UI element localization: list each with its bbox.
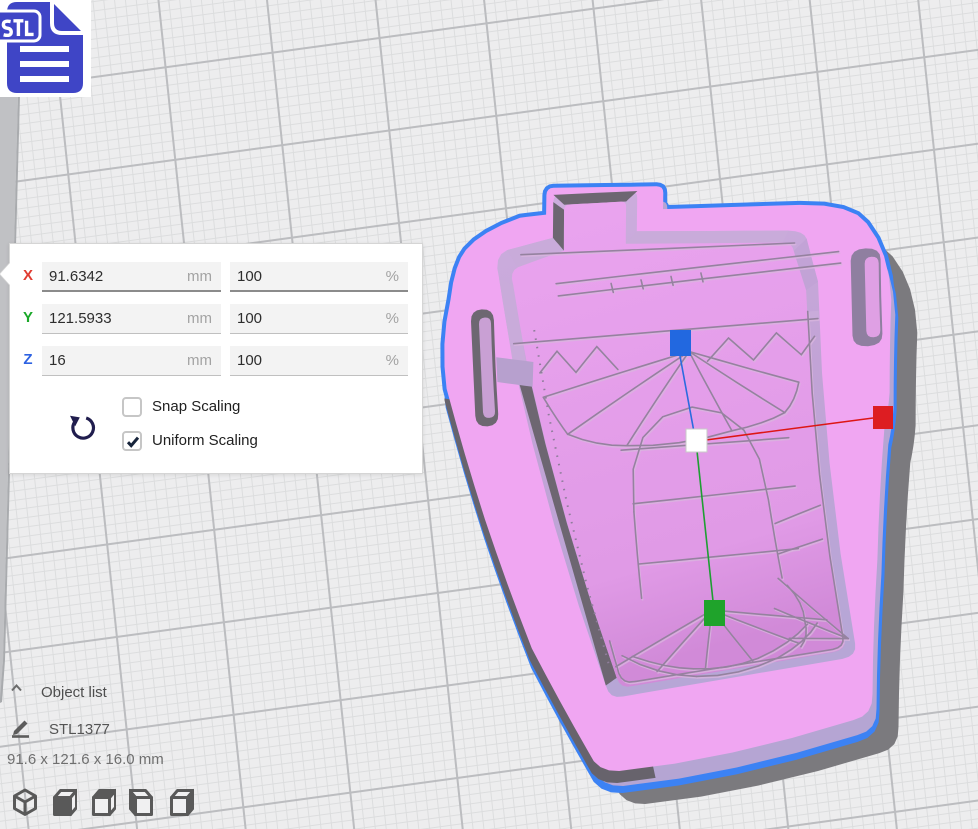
snap-scaling-checkbox[interactable] bbox=[122, 397, 142, 417]
chevron-up-icon bbox=[10, 683, 23, 693]
object-name: STL1377 bbox=[49, 721, 110, 738]
right-view-button[interactable] bbox=[168, 787, 194, 818]
front-view-button[interactable] bbox=[51, 787, 77, 818]
snap-scaling-label: Snap Scaling bbox=[152, 398, 240, 415]
scale-tool-panel: X 91.6342 mm 100% Y 121.5933 mm 100% Z 16 mm 100% S… bbox=[9, 243, 423, 474]
scale-row-z: Z 16 mm 100% bbox=[10, 346, 422, 376]
x-scale-handle[interactable] bbox=[873, 406, 893, 429]
scale-row-x: X 91.6342 mm 100% bbox=[10, 262, 422, 292]
panel-pointer-notch bbox=[0, 263, 10, 285]
object-list-label: Object list bbox=[41, 684, 107, 701]
size-value: 121.5933 bbox=[49, 310, 112, 327]
application-window: X 91.6342 mm 100% Y 121.5933 mm 100% Z 16 mm 100% S… bbox=[0, 0, 978, 829]
scale-input-x[interactable]: 100% bbox=[230, 262, 408, 292]
scale-input-y[interactable]: 100% bbox=[230, 304, 408, 334]
size-input-x[interactable]: 91.6342 mm bbox=[42, 262, 221, 292]
top-view-button[interactable] bbox=[90, 787, 116, 818]
checkmark-icon bbox=[125, 434, 141, 450]
y-scale-handle[interactable] bbox=[704, 600, 725, 626]
scale-value: 100 bbox=[237, 268, 262, 285]
scale-value: 100 bbox=[237, 352, 262, 369]
edit-pencil-icon[interactable] bbox=[10, 716, 34, 738]
scale-unit: % bbox=[386, 268, 399, 285]
object-list-header[interactable]: Object list bbox=[10, 680, 23, 698]
axis-label-y: Y bbox=[21, 309, 35, 326]
z-scale-handle[interactable] bbox=[670, 330, 691, 356]
size-input-z[interactable]: 16 mm bbox=[42, 346, 221, 376]
uniform-scaling-label: Uniform Scaling bbox=[152, 432, 258, 449]
scale-value: 100 bbox=[237, 310, 262, 327]
axis-label-z: Z bbox=[21, 351, 35, 368]
right-view-icon bbox=[168, 787, 194, 818]
scale-unit: % bbox=[386, 310, 399, 327]
top-view-icon bbox=[90, 787, 116, 818]
left-view-icon bbox=[129, 787, 155, 818]
axis-label-x: X bbox=[21, 267, 35, 284]
size-value: 91.6342 bbox=[49, 268, 103, 285]
view-orientation-toolbar bbox=[12, 787, 194, 818]
size-unit: mm bbox=[187, 268, 212, 285]
size-unit: mm bbox=[187, 352, 212, 369]
size-input-y[interactable]: 121.5933 mm bbox=[42, 304, 221, 334]
size-value: 16 bbox=[49, 352, 66, 369]
front-view-icon bbox=[51, 787, 77, 818]
model-dimensions: 91.6 x 121.6 x 16.0 mm bbox=[7, 751, 164, 768]
scale-input-z[interactable]: 100% bbox=[230, 346, 408, 376]
uniform-scaling-checkbox[interactable] bbox=[122, 431, 142, 451]
reset-scale-button[interactable] bbox=[67, 409, 97, 441]
lip-separator-block bbox=[496, 357, 533, 387]
stl-document-icon bbox=[0, 0, 91, 97]
stl-file-badge bbox=[0, 0, 91, 97]
scale-unit: % bbox=[386, 352, 399, 369]
left-view-button[interactable] bbox=[129, 787, 155, 818]
right-lip-floor bbox=[865, 257, 881, 338]
scale-row-y: Y 121.5933 mm 100% bbox=[10, 304, 422, 334]
size-unit: mm bbox=[187, 310, 212, 327]
center-handle[interactable] bbox=[686, 429, 707, 452]
reset-icon bbox=[67, 409, 99, 443]
3d-view-icon bbox=[12, 787, 38, 818]
object-list-item[interactable]: STL1377 bbox=[10, 716, 34, 743]
3d-view-button[interactable] bbox=[12, 787, 38, 818]
